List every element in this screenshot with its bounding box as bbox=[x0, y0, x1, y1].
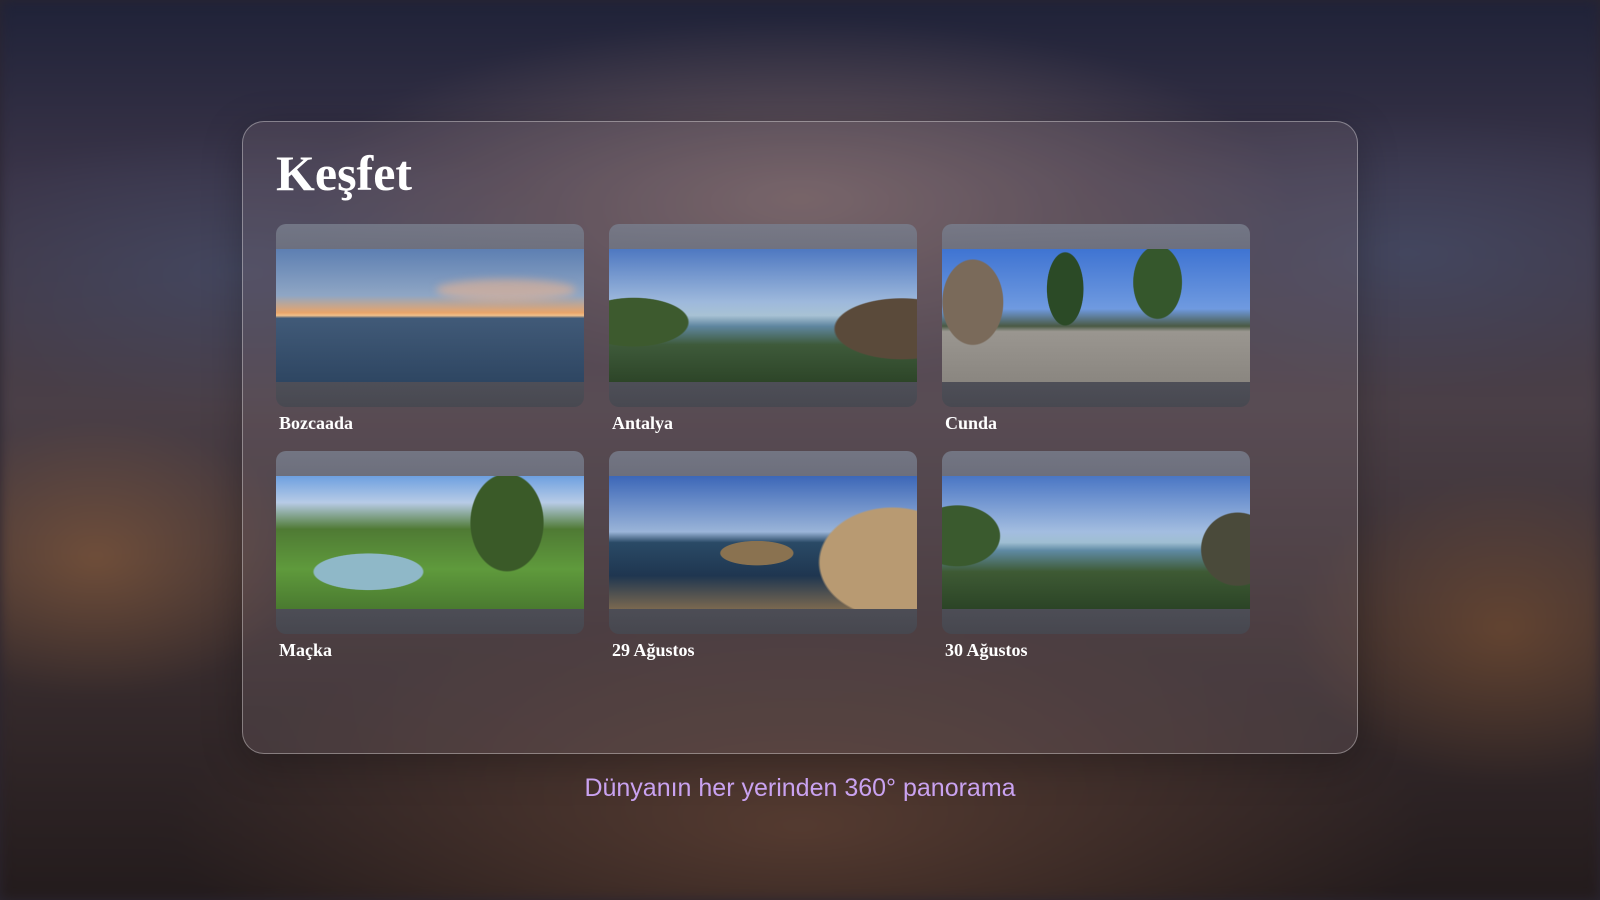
panorama-card-30-agustos[interactable]: 30 Ağustos bbox=[942, 451, 1250, 664]
panorama-card-cunda[interactable]: Cunda bbox=[942, 224, 1250, 437]
panorama-image bbox=[276, 476, 584, 609]
panorama-thumbnail[interactable] bbox=[942, 224, 1250, 407]
panorama-label: 29 Ağustos bbox=[612, 640, 695, 660]
panorama-label: Cunda bbox=[945, 413, 998, 433]
panorama-card-macka[interactable]: Maçka bbox=[276, 451, 584, 664]
panorama-label: 30 Ağustos bbox=[945, 640, 1028, 660]
panorama-image bbox=[942, 249, 1250, 382]
panorama-image bbox=[276, 249, 584, 382]
panorama-card-antalya[interactable]: Antalya bbox=[609, 224, 917, 437]
panorama-thumbnail[interactable] bbox=[609, 451, 917, 634]
panorama-image bbox=[609, 476, 917, 609]
panorama-thumbnail[interactable] bbox=[276, 451, 584, 634]
tagline: Dünyanın her yerinden 360° panorama bbox=[584, 774, 1016, 802]
panorama-card-bozcaada[interactable]: Bozcaada bbox=[276, 224, 584, 437]
panorama-label: Maçka bbox=[279, 640, 332, 660]
panorama-image bbox=[609, 249, 917, 382]
panorama-grid: Bozcaada Antalya Cunda Maçka 29 Ağustos bbox=[276, 224, 1250, 664]
panorama-image bbox=[942, 476, 1250, 609]
panorama-thumbnail[interactable] bbox=[609, 224, 917, 407]
panorama-label: Antalya bbox=[612, 413, 674, 433]
panorama-thumbnail[interactable] bbox=[276, 224, 584, 407]
panorama-card-29-agustos[interactable]: 29 Ağustos bbox=[609, 451, 917, 664]
page-title: Keşfet bbox=[276, 145, 413, 201]
panorama-label: Bozcaada bbox=[279, 413, 353, 433]
panorama-thumbnail[interactable] bbox=[942, 451, 1250, 634]
explore-panel: Keşfet Bozcaada Antalya Cunda Maçka 29 A… bbox=[242, 121, 1358, 754]
